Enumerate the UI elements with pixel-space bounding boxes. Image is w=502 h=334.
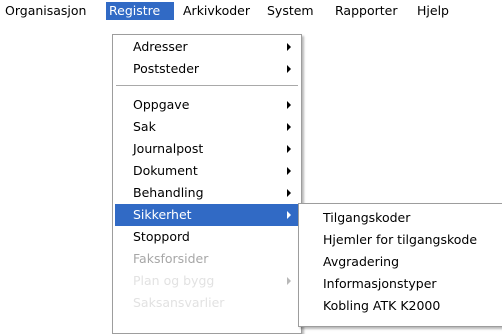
menu-separator <box>116 85 298 87</box>
submenu-arrow-icon <box>287 43 291 51</box>
submenu-arrow-icon <box>287 189 291 197</box>
sikkerhet-submenu: Tilgangskoder Hjemler for tilgangskode A… <box>298 203 502 327</box>
menu-registre[interactable]: Registre <box>106 2 174 20</box>
submenu-arrow-icon <box>287 277 291 285</box>
menu-item-journalpost[interactable]: Journalpost <box>115 138 299 160</box>
menu-item-label: Poststeder <box>133 61 200 76</box>
menu-item-label: Plan og bygg <box>133 273 215 288</box>
submenu-item-label: Tilgangskoder <box>323 210 411 225</box>
menu-rapporter-label: Rapporter <box>335 3 398 18</box>
submenu-arrow-icon <box>287 101 291 109</box>
menu-organisasjon[interactable]: Organisasjon <box>2 2 100 20</box>
menu-item-plan-og-bygg[interactable]: Plan og bygg <box>115 270 299 292</box>
submenu-arrow-icon <box>287 167 291 175</box>
menu-item-label: Journalpost <box>133 141 204 156</box>
submenu-item-label: Avgradering <box>323 254 400 269</box>
menu-item-poststeder[interactable]: Poststeder <box>115 58 299 80</box>
submenu-item-hjemler[interactable]: Hjemler for tilgangskode <box>301 229 501 251</box>
menu-item-stoppord[interactable]: Stoppord <box>115 226 299 248</box>
menu-item-label: Sak <box>133 119 156 134</box>
menu-item-label: Dokument <box>133 163 198 178</box>
menu-hjelp-label: Hjelp <box>417 3 449 18</box>
menu-item-behandling[interactable]: Behandling <box>115 182 299 204</box>
menu-item-faksforsider[interactable]: Faksforsider <box>115 248 299 270</box>
submenu-item-tilgangskoder[interactable]: Tilgangskoder <box>301 207 501 229</box>
submenu-arrow-icon <box>287 123 291 131</box>
menu-organisasjon-label: Organisasjon <box>5 3 87 18</box>
menu-bar: Organisasjon Registre Arkivkoder System … <box>0 0 502 22</box>
submenu-item-label: Informasjonstyper <box>323 276 437 291</box>
menu-arkivkoder-label: Arkivkoder <box>183 3 251 18</box>
menu-system[interactable]: System <box>264 2 324 20</box>
menu-item-label: Saksansvarlier <box>133 295 225 310</box>
menu-hjelp[interactable]: Hjelp <box>414 2 456 20</box>
menu-item-oppgave[interactable]: Oppgave <box>115 94 299 116</box>
submenu-item-kobling-atk[interactable]: Kobling ATK K2000 <box>301 295 501 317</box>
submenu-item-informasjonstyper[interactable]: Informasjonstyper <box>301 273 501 295</box>
menu-item-label: Adresser <box>133 39 188 54</box>
menu-arkivkoder[interactable]: Arkivkoder <box>180 2 258 20</box>
menu-rapporter[interactable]: Rapporter <box>332 2 408 20</box>
menu-item-label: Stoppord <box>133 229 190 244</box>
menu-item-dokument[interactable]: Dokument <box>115 160 299 182</box>
menu-item-sikkerhet[interactable]: Sikkerhet <box>115 204 299 226</box>
menu-item-saksansvarlig[interactable]: Saksansvarlier <box>115 292 299 314</box>
menu-item-label: Behandling <box>133 185 204 200</box>
submenu-arrow-icon <box>287 211 291 219</box>
menu-item-label: Oppgave <box>133 97 190 112</box>
submenu-arrow-icon <box>287 145 291 153</box>
submenu-item-label: Hjemler for tilgangskode <box>323 232 478 247</box>
menu-item-sak[interactable]: Sak <box>115 116 299 138</box>
menu-item-label: Faksforsider <box>133 251 209 266</box>
submenu-item-label: Kobling ATK K2000 <box>323 298 441 313</box>
menu-item-label: Sikkerhet <box>133 207 192 222</box>
menu-registre-label: Registre <box>109 3 161 18</box>
registre-dropdown: Adresser Poststeder Oppgave Sak Journalp… <box>112 34 302 334</box>
submenu-item-avgradering[interactable]: Avgradering <box>301 251 501 273</box>
submenu-arrow-icon <box>287 65 291 73</box>
menu-item-adresser[interactable]: Adresser <box>115 36 299 58</box>
menu-system-label: System <box>267 3 314 18</box>
